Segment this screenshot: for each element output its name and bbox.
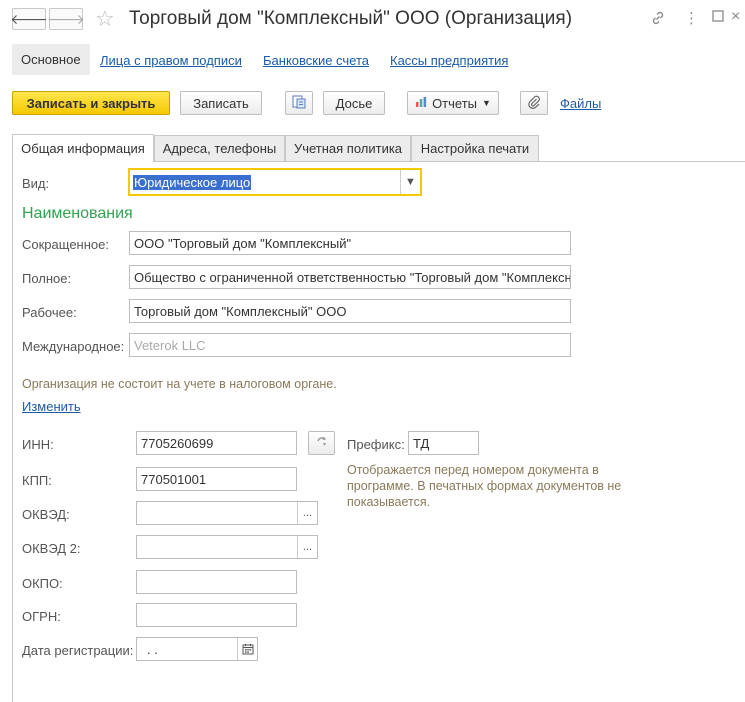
redo-arrow-icon xyxy=(315,435,329,452)
short-name-label: Сокращенное: xyxy=(22,237,109,252)
intl-name-field[interactable]: Veterok LLC xyxy=(129,333,571,357)
save-button[interactable]: Записать xyxy=(180,91,262,115)
vid-select[interactable]: Юридическое лицо ▼ xyxy=(128,168,422,196)
okved-label: ОКВЭД: xyxy=(22,507,70,522)
tab-addresses[interactable]: Адреса, телефоны xyxy=(154,135,285,161)
ogrn-label: ОГРН: xyxy=(22,609,61,624)
dropdown-arrow-icon[interactable]: ▼ xyxy=(400,170,420,194)
prefix-field[interactable]: ТД xyxy=(408,431,479,455)
prefix-label: Префикс: xyxy=(347,437,405,452)
okpo-label: ОКПО: xyxy=(22,576,63,591)
names-group-header: Наименования xyxy=(22,205,133,222)
forward-button[interactable]: 🡒 xyxy=(47,8,85,30)
regdate-field[interactable]: . . xyxy=(136,637,258,661)
okved2-label: ОКВЭД 2: xyxy=(22,541,81,556)
vid-label: Вид: xyxy=(22,176,50,191)
okved-field[interactable]: ... xyxy=(136,501,318,525)
vid-value: Юридическое лицо xyxy=(133,174,252,190)
intl-name-label: Международное: xyxy=(22,339,125,354)
reports-button[interactable]: Отчеты ▼ xyxy=(407,91,499,115)
section-signers[interactable]: Лица с правом подписи xyxy=(100,53,242,68)
tab-accounting-policy[interactable]: Учетная политика xyxy=(285,135,411,161)
paperclip-icon xyxy=(527,95,541,112)
reports-icon xyxy=(415,96,427,111)
tab-general[interactable]: Общая информация xyxy=(12,134,154,162)
tab-print-settings[interactable]: Настройка печати xyxy=(411,135,539,161)
ellipsis-select-icon[interactable]: ... xyxy=(297,536,317,558)
files-link[interactable]: Файлы xyxy=(560,96,601,111)
section-bank-accounts[interactable]: Банковские счета xyxy=(263,53,369,68)
kpp-label: КПП: xyxy=(22,473,52,488)
regdate-value: . . xyxy=(147,641,158,657)
content-left-border xyxy=(12,161,13,702)
calendar-icon[interactable] xyxy=(237,638,257,660)
link-icon[interactable] xyxy=(650,10,666,30)
regdate-label: Дата регистрации: xyxy=(22,643,134,658)
arrow-left-icon: 🡐 xyxy=(10,10,48,27)
change-link[interactable]: Изменить xyxy=(22,399,81,414)
chevron-down-icon: ▼ xyxy=(482,98,491,108)
reports-label: Отчеты xyxy=(432,95,477,111)
maximize-icon[interactable] xyxy=(711,9,725,27)
favorite-star-icon[interactable]: ☆ xyxy=(95,6,115,32)
section-cash-desks[interactable]: Кассы предприятия xyxy=(390,53,508,68)
back-button[interactable]: 🡐 xyxy=(10,8,48,30)
fill-by-inn-button[interactable] xyxy=(308,431,335,455)
ellipsis-select-icon[interactable]: ... xyxy=(297,502,317,524)
dossier-button[interactable]: Досье xyxy=(323,91,385,115)
inn-field[interactable]: 7705260699 xyxy=(136,431,297,455)
attach-button[interactable] xyxy=(520,91,548,115)
short-name-field[interactable]: ООО "Торговый дом "Комплексный" xyxy=(129,231,571,255)
work-name-label: Рабочее: xyxy=(22,305,77,320)
tax-registration-note: Организация не состоит на учете в налого… xyxy=(22,377,337,391)
window-title: Торговый дом "Комплексный" ООО (Организа… xyxy=(129,8,573,29)
arrow-right-icon: 🡒 xyxy=(47,10,85,27)
okved2-field[interactable]: ... xyxy=(136,535,318,559)
prefix-note: Отображается перед номером документа в п… xyxy=(347,463,622,509)
more-menu-icon[interactable]: ⋮ xyxy=(684,9,699,27)
kpp-field[interactable]: 770501001 xyxy=(136,467,297,491)
full-name-field[interactable]: Общество с ограниченной ответственностью… xyxy=(129,265,571,289)
print-structure-button[interactable] xyxy=(285,91,313,115)
okpo-field[interactable] xyxy=(136,570,297,594)
work-name-field[interactable]: Торговый дом "Комплексный" ООО xyxy=(129,299,571,323)
document-structure-icon xyxy=(291,94,307,113)
full-name-label: Полное: xyxy=(22,271,72,286)
save-close-button[interactable]: Записать и закрыть xyxy=(12,91,170,115)
section-main[interactable]: Основное xyxy=(12,44,90,75)
inn-label: ИНН: xyxy=(22,437,54,452)
ogrn-field[interactable] xyxy=(136,603,297,627)
close-icon[interactable]: × xyxy=(731,8,740,26)
